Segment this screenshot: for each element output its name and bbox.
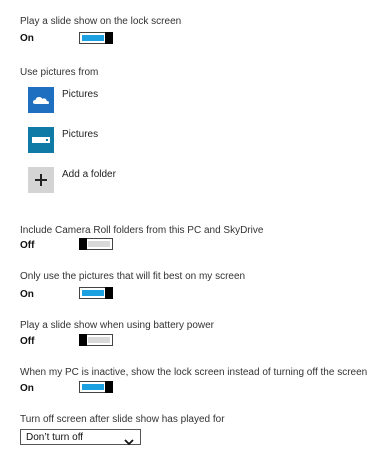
- local-pictures-label[interactable]: Pictures: [62, 129, 98, 140]
- turn-off-value: Don’t turn off: [26, 432, 84, 443]
- toggle-track: [82, 35, 104, 41]
- battery-toggle[interactable]: [79, 334, 113, 346]
- skydrive-pictures-tile[interactable]: [28, 87, 54, 113]
- toggle-track: [82, 384, 104, 390]
- toggle-thumb: [79, 334, 87, 346]
- add-folder-tile[interactable]: [28, 167, 54, 193]
- fit-best-state: On: [20, 289, 34, 300]
- turn-off-label: Turn off screen after slide show has pla…: [20, 414, 225, 425]
- skydrive-pictures-label[interactable]: Pictures: [62, 89, 98, 100]
- toggle-thumb: [105, 32, 113, 44]
- inactive-state: On: [20, 383, 34, 394]
- slideshow-toggle[interactable]: [79, 32, 113, 44]
- slideshow-label: Play a slide show on the lock screen: [20, 16, 182, 27]
- toggle-track: [82, 290, 104, 296]
- fit-best-toggle[interactable]: [79, 287, 113, 299]
- skydrive-cloud-icon: [33, 97, 49, 104]
- inactive-label: When my PC is inactive, show the lock sc…: [20, 367, 368, 378]
- local-pictures-tile[interactable]: [28, 127, 54, 153]
- chevron-down-icon: [124, 433, 134, 451]
- battery-label: Play a slide show when using battery pow…: [20, 320, 214, 331]
- plus-icon: [35, 174, 47, 186]
- battery-state: Off: [20, 336, 35, 347]
- pictures-label: Use pictures from: [20, 67, 99, 78]
- slideshow-state: On: [20, 33, 34, 44]
- toggle-thumb: [105, 381, 113, 393]
- drive-icon: [32, 137, 50, 143]
- toggle-thumb: [79, 238, 87, 250]
- fit-best-label: Only use the pictures that will fit best…: [20, 271, 246, 282]
- add-folder-label[interactable]: Add a folder: [62, 169, 116, 180]
- turn-off-dropdown[interactable]: Don’t turn off: [20, 429, 141, 446]
- camera-roll-state: Off: [20, 240, 35, 251]
- camera-roll-label: Include Camera Roll folders from this PC…: [20, 225, 264, 236]
- toggle-thumb: [105, 287, 113, 299]
- camera-roll-toggle[interactable]: [79, 238, 113, 250]
- toggle-track: [88, 337, 110, 343]
- inactive-toggle[interactable]: [79, 381, 113, 393]
- toggle-track: [88, 241, 110, 247]
